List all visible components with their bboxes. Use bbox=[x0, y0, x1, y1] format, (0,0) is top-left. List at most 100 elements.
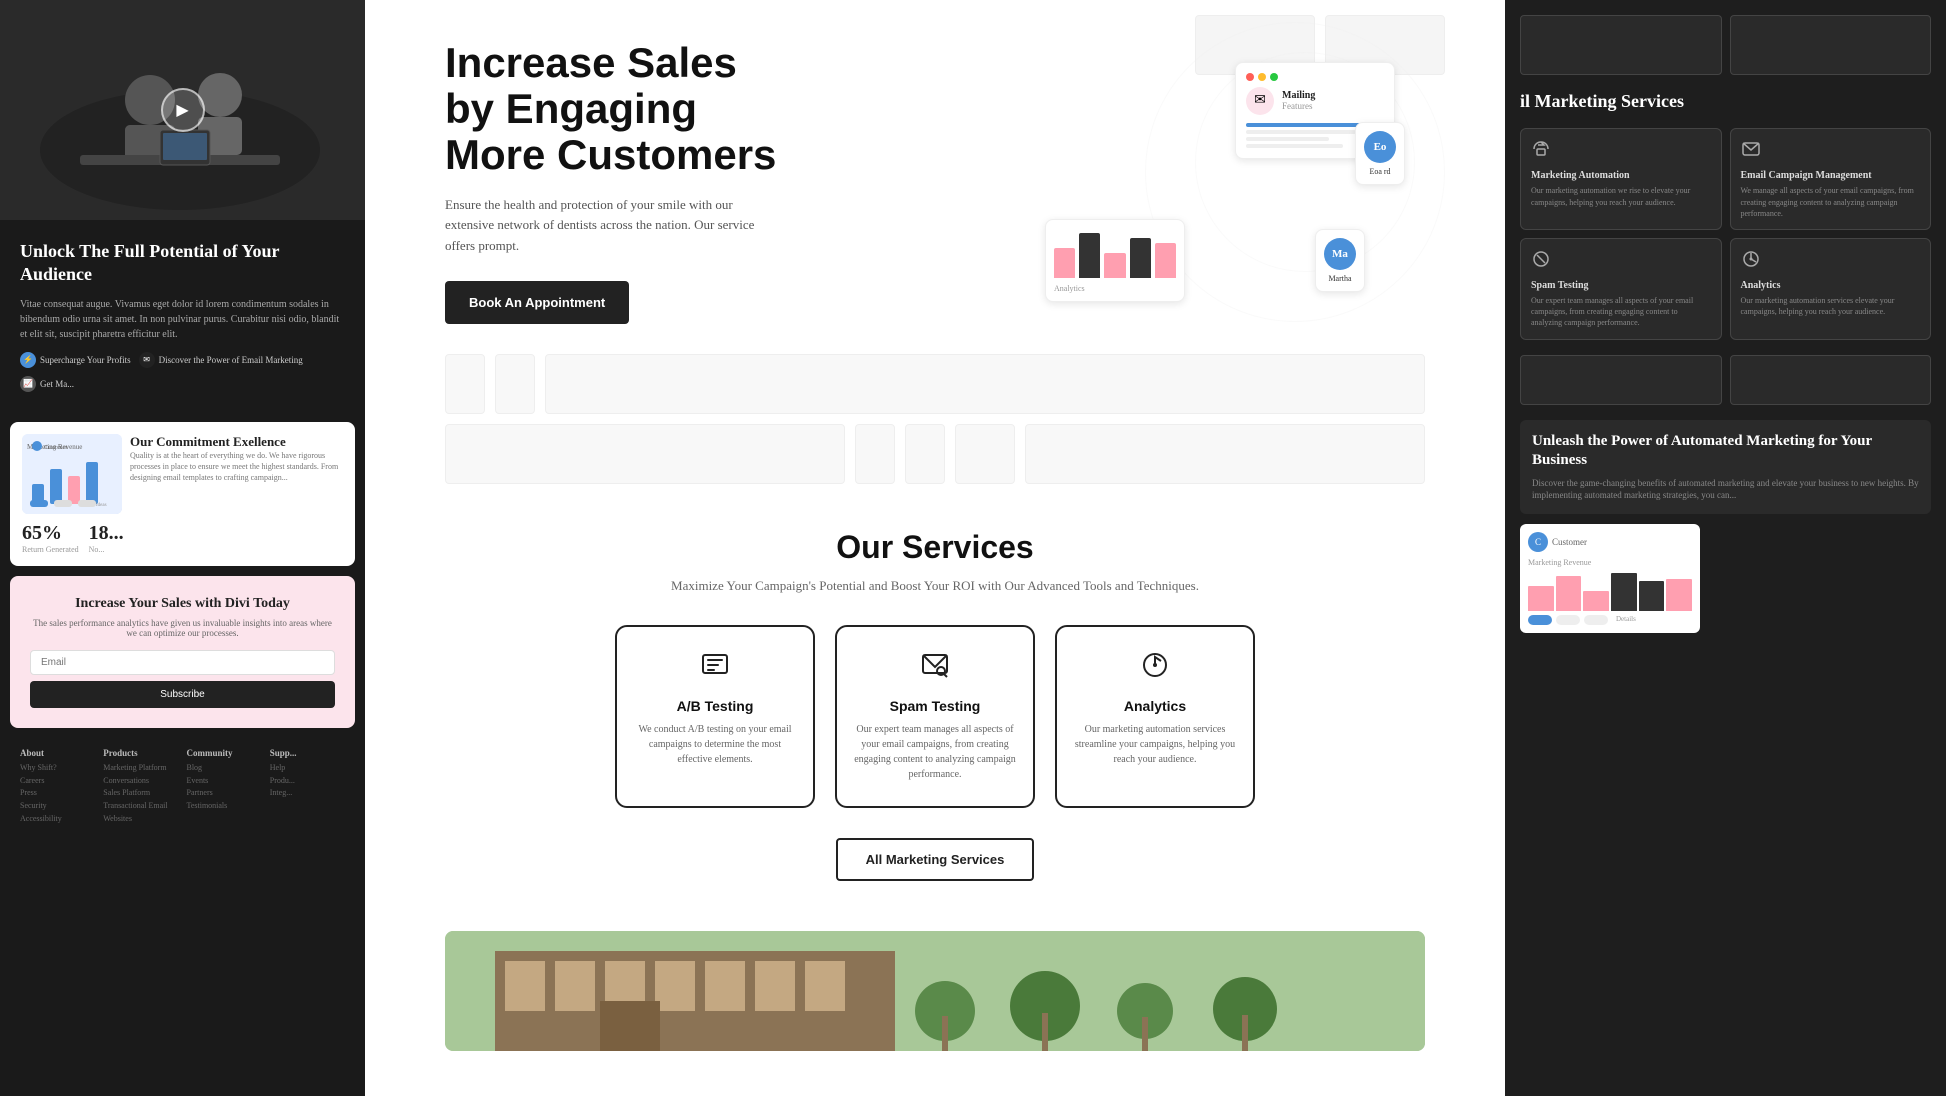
footer-about-4[interactable]: Security bbox=[20, 800, 95, 813]
rs-customer-card: C Customer Marketing Revenue Details bbox=[1520, 524, 1700, 633]
icon-label-2: Discover the Power of Email Marketing bbox=[159, 355, 303, 365]
rs-toggle-1[interactable] bbox=[1528, 615, 1552, 625]
cta-body: The sales performance analytics have giv… bbox=[30, 618, 335, 638]
hero-title-line3: More Customers bbox=[445, 131, 776, 178]
main-content: Increase Sales by Engaging More Customer… bbox=[365, 0, 1505, 1096]
footer-support-1[interactable]: Help bbox=[270, 762, 345, 775]
mailing-bar-3 bbox=[1246, 137, 1329, 141]
stats-visual-card: Analytics bbox=[1045, 219, 1185, 302]
footer-products-5[interactable]: Websites bbox=[103, 813, 178, 826]
footer-about-1[interactable]: Why Shift? bbox=[20, 762, 95, 775]
footer-col-products: Products Marketing Platform Conversation… bbox=[103, 748, 178, 826]
stats-row: 65% Return Generated 18... No... bbox=[22, 522, 343, 554]
left-section-body: Vitae consequat augue. Vivamus eget dolo… bbox=[20, 297, 345, 342]
footer-col-support-title: Supp... bbox=[270, 748, 345, 758]
rs-toggle-3[interactable] bbox=[1584, 615, 1608, 625]
left-sidebar: ▶ Unlock The Full Potential of Your Audi… bbox=[0, 0, 365, 1096]
stat-2-value: 18... bbox=[89, 522, 124, 545]
mailing-header: ✉ Mailing Features bbox=[1246, 87, 1384, 115]
grid-rect-b5 bbox=[1025, 424, 1425, 484]
hero-section: Increase Sales by Engaging More Customer… bbox=[365, 0, 1505, 354]
footer-about-3[interactable]: Press bbox=[20, 787, 95, 800]
play-button[interactable]: ▶ bbox=[161, 88, 205, 132]
rs-bottom-body: Discover the game-changing benefits of a… bbox=[1532, 477, 1919, 502]
icon-label-1: Supercharge Your Profits bbox=[40, 355, 131, 365]
footer-products-4[interactable]: Transactional Email bbox=[103, 800, 178, 813]
rs-toggle-2[interactable] bbox=[1556, 615, 1580, 625]
rs-bar-1 bbox=[1528, 586, 1554, 611]
footer-support-3[interactable]: Integ... bbox=[270, 787, 345, 800]
rs-bar-6 bbox=[1666, 579, 1692, 611]
window-controls bbox=[1246, 73, 1384, 81]
bar-5 bbox=[1155, 243, 1176, 278]
rs-bottom-title: Unleash the Power of Automated Marketing… bbox=[1532, 432, 1919, 471]
mailing-bar-2 bbox=[1246, 130, 1356, 134]
cta-title: Increase Your Sales with Divi Today bbox=[30, 596, 335, 612]
footer-col-products-title: Products bbox=[103, 748, 178, 758]
footer-products-1[interactable]: Marketing Platform bbox=[103, 762, 178, 775]
rs-box-1 bbox=[1520, 15, 1722, 75]
bar-chart bbox=[1054, 228, 1176, 278]
footer-col-about-title: About bbox=[20, 748, 95, 758]
rs-wide-box bbox=[1520, 355, 1931, 405]
spam-testing-icon bbox=[853, 651, 1017, 686]
grid-rect-a2 bbox=[495, 354, 535, 414]
profile-card-martha: Ma Martha bbox=[1315, 229, 1365, 292]
service-card-analytics: Analytics Our marketing automation servi… bbox=[1055, 625, 1255, 808]
services-subtitle: Maximize Your Campaign's Potential and B… bbox=[445, 576, 1425, 596]
minimize-dot bbox=[1258, 73, 1266, 81]
commitment-title: Our Commitment Exellence bbox=[130, 434, 343, 450]
commitment-body: Quality is at the heart of everything we… bbox=[130, 450, 343, 484]
rs-marketing-auto-title: Marketing Automation bbox=[1531, 170, 1711, 181]
rs-analytics-title: Analytics bbox=[1741, 280, 1921, 291]
stat-2-label: No... bbox=[89, 545, 124, 554]
footer-community-1[interactable]: Blog bbox=[187, 762, 262, 775]
rs-card-spam-testing: Spam Testing Our expert team manages all… bbox=[1520, 238, 1722, 340]
rs-title: il Marketing Services bbox=[1520, 90, 1931, 113]
profile-avatar-eo: Eo bbox=[1364, 131, 1396, 163]
footer-about-2[interactable]: Careers bbox=[20, 775, 95, 788]
email-input[interactable] bbox=[30, 650, 335, 675]
services-title: Our Services bbox=[445, 529, 1425, 566]
rs-analytics-preview: C Customer Marketing Revenue Details bbox=[1520, 524, 1931, 633]
rs-card-analytics: Analytics Our marketing automation servi… bbox=[1730, 238, 1932, 340]
footer-community-2[interactable]: Events bbox=[187, 775, 262, 788]
profile-card-eo: Eo Eoa rd bbox=[1355, 122, 1405, 185]
rs-top-boxes bbox=[1520, 15, 1931, 75]
footer-products-2[interactable]: Conversations bbox=[103, 775, 178, 788]
service-card-ab-testing: A/B Testing We conduct A/B testing on yo… bbox=[615, 625, 815, 808]
bar-1 bbox=[1054, 248, 1075, 278]
rs-details-label: Details bbox=[1616, 615, 1636, 625]
footer-col-support: Supp... Help Produ... Integ... bbox=[270, 748, 345, 826]
all-marketing-services-button[interactable]: All Marketing Services bbox=[836, 838, 1035, 881]
subscribe-button[interactable]: Subscribe bbox=[30, 681, 335, 708]
footer-products-3[interactable]: Sales Platform bbox=[103, 787, 178, 800]
footer-community-4[interactable]: Testimonials bbox=[187, 800, 262, 813]
bar-3 bbox=[1104, 253, 1125, 278]
icon-item-2: ✉ Discover the Power of Email Marketing bbox=[139, 352, 303, 368]
profile-name-martha: Martha bbox=[1324, 274, 1356, 283]
grid-rects-row1 bbox=[365, 354, 1505, 414]
mailing-label: Mailing bbox=[1282, 90, 1315, 101]
hero-visual: ✉ Mailing Features Eo Eoa rd bbox=[1045, 42, 1425, 322]
hero-title: Increase Sales by Engaging More Customer… bbox=[445, 40, 845, 179]
book-appointment-button[interactable]: Book An Appointment bbox=[445, 281, 629, 324]
footer-col-community-title: Community bbox=[187, 748, 262, 758]
footer-columns: About Why Shift? Careers Press Security … bbox=[20, 748, 345, 826]
grid-rect-b2 bbox=[855, 424, 895, 484]
stat-2: 18... No... bbox=[89, 522, 124, 554]
rs-email-campaign-title: Email Campaign Management bbox=[1741, 170, 1921, 181]
rs-bar-5 bbox=[1639, 581, 1665, 611]
footer-community-3[interactable]: Partners bbox=[187, 787, 262, 800]
rs-customer-label: Customer bbox=[1552, 537, 1587, 547]
close-dot bbox=[1246, 73, 1254, 81]
ab-testing-title: A/B Testing bbox=[633, 698, 797, 714]
left-icons-row: ⚡ Supercharge Your Profits ✉ Discover th… bbox=[20, 352, 345, 392]
building-image bbox=[445, 931, 1425, 1051]
grid-rect-a1 bbox=[445, 354, 485, 414]
service-card-spam-testing: Spam Testing Our expert team manages all… bbox=[835, 625, 1035, 808]
footer-support-2[interactable]: Produ... bbox=[270, 775, 345, 788]
footer-about-5[interactable]: Accessibility bbox=[20, 813, 95, 826]
icon-circle-1: ⚡ bbox=[20, 352, 36, 368]
grid-rect-b1 bbox=[445, 424, 845, 484]
